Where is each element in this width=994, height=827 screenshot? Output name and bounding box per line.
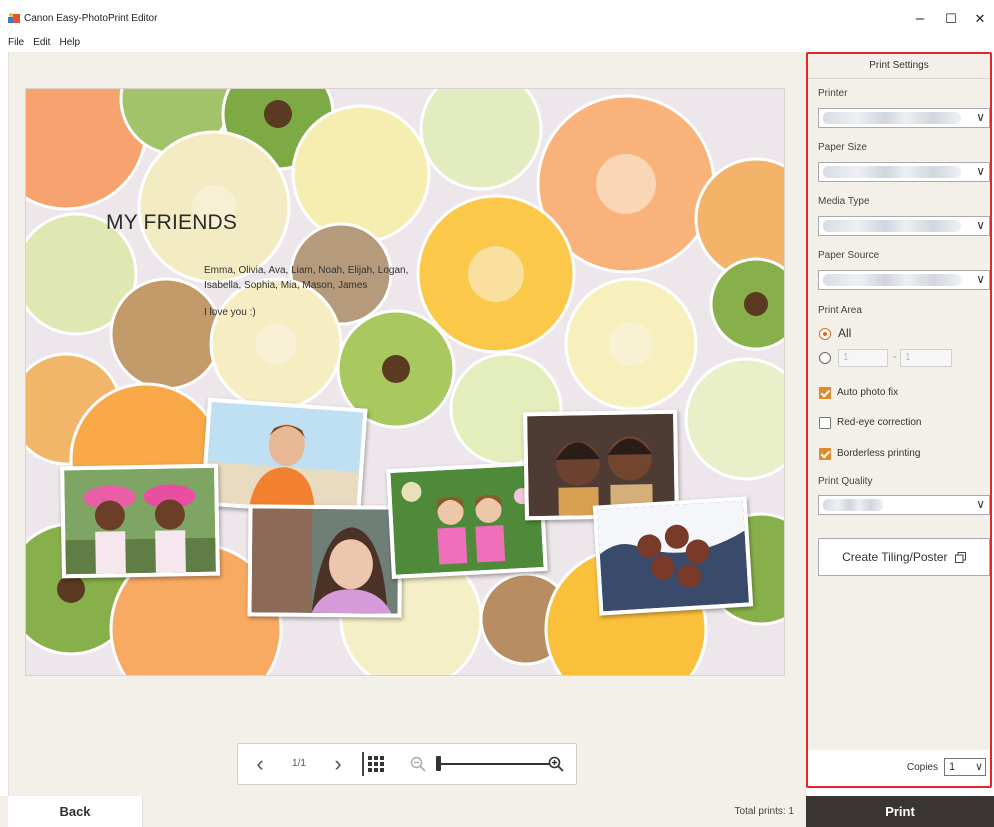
- title-bar: Canon Easy-PhotoPrint Editor – ☐ ✕: [0, 0, 994, 34]
- copies-area: Copies 1 ∨: [808, 750, 990, 786]
- layout-title-text[interactable]: MY FRIENDS: [106, 211, 237, 235]
- layout-names-text[interactable]: Emma, Olivia, Ava, Liam, Noah, Elijah, L…: [204, 263, 434, 293]
- media-type-select[interactable]: ∨: [818, 216, 990, 236]
- range-to-select[interactable]: 1: [900, 349, 952, 367]
- paper-size-label: Paper Size: [818, 142, 867, 153]
- print-button[interactable]: Print: [806, 796, 994, 827]
- copies-value: 1: [949, 761, 956, 773]
- editor-workspace: MY FRIENDS Emma, Olivia, Ava, Liam, Noah…: [8, 52, 807, 796]
- red-eye-correction-label: Red-eye correction: [837, 417, 922, 428]
- printer-select[interactable]: ∨: [818, 108, 990, 128]
- borderless-printing-label: Borderless printing: [837, 448, 921, 459]
- menu-help[interactable]: Help: [59, 37, 80, 48]
- window-title: Canon Easy-PhotoPrint Editor: [24, 13, 158, 24]
- chevron-down-icon: ∨: [976, 164, 985, 178]
- copies-select[interactable]: 1 ∨: [944, 758, 986, 776]
- chevron-down-icon: ∨: [976, 218, 985, 232]
- footer-bar: Back Total prints: 1 Print: [0, 796, 994, 827]
- print-settings-header: Print Settings: [808, 54, 990, 79]
- print-area-range-radio[interactable]: [819, 352, 831, 364]
- create-tiling-poster-button[interactable]: Create Tiling/Poster: [818, 538, 990, 576]
- chevron-down-icon: ∨: [976, 110, 985, 124]
- borderless-printing-checkbox[interactable]: [819, 448, 831, 460]
- paper-source-select[interactable]: ∨: [818, 270, 990, 290]
- page-indicator: 1/1: [292, 758, 306, 769]
- menu-bar: File Edit Help: [0, 36, 80, 52]
- zoom-slider-track[interactable]: [438, 763, 550, 765]
- media-type-label: Media Type: [818, 196, 870, 207]
- print-settings-panel: Print Settings Printer ∨ Paper Size ∨ Me…: [806, 52, 992, 788]
- chevron-down-icon: ∨: [976, 497, 985, 511]
- photo-kids-looking-up[interactable]: [592, 496, 754, 616]
- minimize-button[interactable]: –: [906, 8, 934, 30]
- range-separator: -: [893, 351, 897, 363]
- print-quality-label: Print Quality: [818, 476, 873, 487]
- auto-photo-fix-checkbox[interactable]: [819, 387, 831, 399]
- tiling-button-label: Create Tiling/Poster: [842, 550, 948, 564]
- auto-photo-fix-label: Auto photo fix: [837, 387, 899, 398]
- photo-two-girls-hats[interactable]: [60, 463, 220, 579]
- zoom-out-icon[interactable]: [410, 756, 426, 772]
- paper-source-label: Paper Source: [818, 250, 880, 261]
- photo-boy[interactable]: [200, 397, 368, 517]
- grid-icon[interactable]: [368, 756, 384, 772]
- chevron-down-icon: ∨: [974, 761, 983, 773]
- total-prints-text: Total prints: 1: [734, 806, 794, 817]
- app-logo-icon: [8, 13, 20, 23]
- toolbar-divider: [362, 752, 364, 776]
- previous-page-button[interactable]: ‹: [248, 744, 272, 784]
- next-page-button[interactable]: ›: [326, 744, 350, 784]
- paper-size-select[interactable]: ∨: [818, 162, 990, 182]
- menu-file[interactable]: File: [8, 37, 24, 48]
- maximize-button[interactable]: ☐: [937, 8, 965, 30]
- chevron-down-icon: ∨: [976, 272, 985, 286]
- zoom-slider-thumb[interactable]: [436, 756, 441, 771]
- layout-message-text[interactable]: I love you :): [204, 307, 256, 318]
- layout-canvas[interactable]: MY FRIENDS Emma, Olivia, Ava, Liam, Noah…: [26, 89, 784, 675]
- range-from-select[interactable]: 1: [838, 349, 888, 367]
- external-window-icon: [954, 552, 966, 564]
- print-area-label: Print Area: [818, 305, 862, 316]
- print-area-all-label: All: [838, 326, 852, 340]
- photo-girl-smiling[interactable]: [247, 504, 403, 618]
- close-button[interactable]: ✕: [966, 8, 994, 30]
- menu-edit[interactable]: Edit: [33, 37, 50, 48]
- back-button[interactable]: Back: [8, 796, 143, 827]
- print-area-all-radio[interactable]: [819, 328, 831, 340]
- view-toolbar: ‹ 1/1 ›: [237, 743, 577, 785]
- print-quality-select[interactable]: ∨: [818, 495, 990, 515]
- copies-label: Copies: [906, 762, 938, 773]
- red-eye-correction-checkbox[interactable]: [819, 417, 831, 429]
- zoom-in-icon[interactable]: [548, 756, 564, 772]
- printer-label: Printer: [818, 88, 848, 99]
